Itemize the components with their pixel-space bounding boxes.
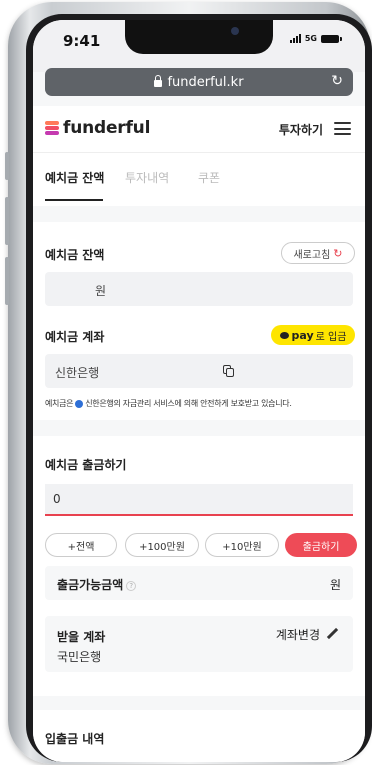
refresh-icon: ↻ [333, 246, 343, 260]
history-title: 입출금 내역 [45, 732, 105, 746]
tab-investment-history[interactable]: 투자내역 [125, 169, 169, 186]
tab-bar: 예치금 잔액 투자내역 쿠폰 [33, 152, 365, 206]
screen: 9:41 5G funderful.kr ↻ funderful 투자하기 예치… [33, 20, 365, 762]
pencil-icon [326, 627, 339, 640]
balance-unit: 원 [95, 284, 107, 298]
hamburger-menu-icon[interactable] [334, 122, 351, 135]
balance-field: 원 [45, 272, 353, 306]
url-text: funderful.kr [167, 74, 244, 90]
change-account-label: 계좌변경 [275, 628, 320, 642]
withdraw-button[interactable]: 출금하기 [285, 533, 357, 557]
refresh-label: 새로고침 [293, 249, 331, 261]
phone-frame: 9:41 5G funderful.kr ↻ funderful 투자하기 예치… [5, 2, 372, 764]
address-bar[interactable]: funderful.kr ↻ [45, 68, 353, 96]
account-bank: 신한은행 [55, 366, 100, 380]
available-label: 출금가능금액 [57, 578, 124, 592]
add-100k-button[interactable]: +10만원 [205, 533, 279, 557]
available-amount-row: 출금가능금액? 원 [45, 566, 353, 600]
battery-icon [321, 34, 342, 43]
lock-icon [154, 75, 163, 87]
add-1m-button[interactable]: +100만원 [125, 533, 199, 557]
signal-icon [289, 34, 301, 43]
receive-bank: 국민은행 [57, 650, 102, 664]
status-bar: 9:41 5G [33, 20, 365, 72]
withdraw-amount-input[interactable] [45, 484, 353, 516]
reload-icon[interactable]: ↻ [331, 73, 343, 89]
available-unit: 원 [329, 578, 341, 592]
copy-icon[interactable] [223, 365, 234, 377]
tab-deposit-balance[interactable]: 예치금 잔액 [45, 169, 104, 186]
tab-coupon[interactable]: 쿠폰 [198, 169, 220, 186]
brand-logo[interactable]: funderful [45, 118, 150, 138]
screen-bezel: 9:41 5G funderful.kr ↻ funderful 투자하기 예치… [26, 14, 372, 762]
site-header: funderful 투자하기 [33, 106, 365, 152]
status-time: 9:41 [63, 32, 101, 50]
camera-icon [231, 27, 239, 35]
account-title: 예치금 계좌 [45, 330, 105, 344]
kakaopay-deposit-button[interactable]: pay 로 입금 [271, 325, 355, 345]
withdraw-title: 예치금 출금하기 [45, 458, 127, 472]
brand-name: funderful [63, 118, 151, 138]
account-field: 신한은행 [45, 354, 353, 388]
phone-side-button [5, 197, 9, 245]
withdraw-panel: 예치금 출금하기 +전액 +100만원 +10만원 출금하기 출금가능금액? 원… [33, 436, 365, 696]
change-account-button[interactable]: 계좌변경 [276, 626, 339, 643]
shinhan-bank-icon [75, 399, 84, 408]
receive-title: 받을 계좌 [57, 630, 106, 644]
phone-side-button [5, 257, 9, 305]
phone-side-button [5, 152, 9, 180]
active-tab-indicator [45, 199, 103, 201]
info-icon[interactable]: ? [126, 580, 137, 591]
balance-panel: 예치금 잔액 새로고침 ↻ 원 예치금 계좌 pay 로 입금 신한은행 예치금… [33, 222, 365, 420]
receive-account-card: 받을 계좌 계좌변경 국민은행 [45, 616, 353, 672]
status-indicators: 5G [289, 34, 342, 43]
invest-link[interactable]: 투자하기 [279, 121, 323, 138]
add-all-button[interactable]: +전액 [45, 533, 117, 557]
notice-prefix: 예치금은 [45, 399, 74, 408]
network-type: 5G [304, 34, 317, 43]
notice-text: 신한은행의 자금관리 서비스에 의해 안전하게 보호받고 있습니다. [85, 399, 292, 408]
logo-icon [45, 121, 59, 135]
kakao-bubble-icon [279, 331, 289, 339]
kakaopay-suffix: 로 입금 [315, 331, 347, 343]
safety-notice: 예치금은 신한은행의 자금관리 서비스에 의해 안전하게 보호받고 있습니다. [45, 398, 292, 409]
available-label-wrap: 출금가능금액? [57, 576, 137, 593]
history-panel: 입출금 내역 [33, 710, 365, 762]
balance-title: 예치금 잔액 [45, 248, 105, 262]
notch [125, 20, 273, 54]
refresh-button[interactable]: 새로고침 ↻ [281, 242, 355, 264]
kakaopay-label: pay [291, 328, 314, 342]
